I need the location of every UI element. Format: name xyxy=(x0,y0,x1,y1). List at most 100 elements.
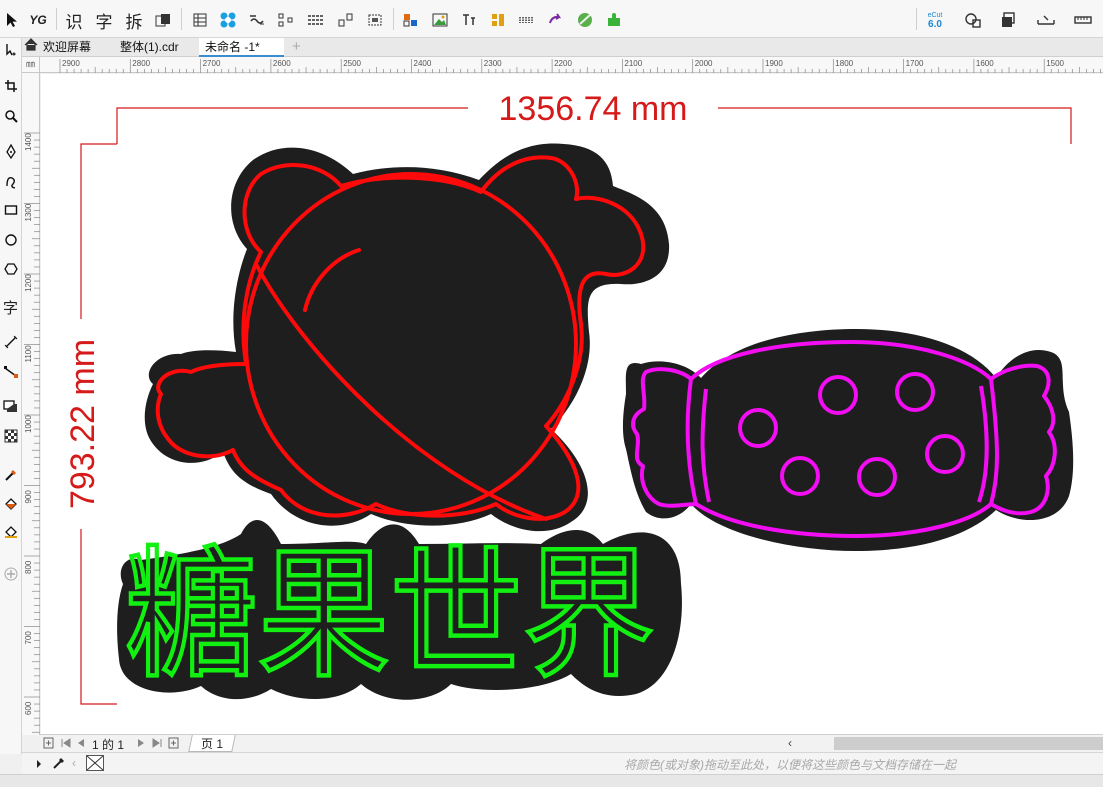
h-ruler-label: 2000 xyxy=(695,59,713,68)
v-ruler-label: 900 xyxy=(24,490,33,504)
tab-welcome[interactable]: 欢迎屏幕 xyxy=(22,38,97,57)
pattern-icon[interactable] xyxy=(216,8,240,32)
v-ruler-label: 1100 xyxy=(24,345,33,363)
tab-welcome-label: 欢迎屏幕 xyxy=(43,40,92,54)
vertical-ruler[interactable]: 1400 1300 1200 1100 1000 900 800 700 600 xyxy=(22,73,40,735)
scroll-left-icon[interactable]: ‹ xyxy=(788,736,792,750)
text-button[interactable]: 字 xyxy=(92,8,116,32)
h-ruler-label: 2600 xyxy=(273,59,291,68)
h-ruler-label: 2300 xyxy=(484,59,502,68)
crop-tool-icon[interactable] xyxy=(0,74,21,98)
v-ruler-label: 600 xyxy=(24,701,33,715)
split-button[interactable]: 拆 xyxy=(122,8,146,32)
toolbar-separator xyxy=(916,8,917,30)
smart-fill-tool-icon[interactable] xyxy=(0,520,21,544)
convert-icon[interactable] xyxy=(544,8,568,32)
new-tab-button[interactable]: + xyxy=(286,38,307,57)
text-tool[interactable]: 字 xyxy=(0,295,21,319)
palette-eyedropper-icon[interactable] xyxy=(52,756,66,775)
horizontal-ruler[interactable]: 2900 2800 2700 2600 2500 2400 2300 2200 2100 2000… xyxy=(40,57,1103,73)
lines-icon[interactable] xyxy=(304,8,328,32)
curve-tool-icon[interactable] xyxy=(0,170,21,194)
palette-hint: 将颜色(或对象)拖动至此处，以便将这些颜色与文档存储在一起 xyxy=(624,758,956,772)
tab-document-untitled[interactable]: 未命名 -1* xyxy=(199,38,284,57)
transparency-tool-icon[interactable] xyxy=(0,424,21,448)
last-page-icon[interactable] xyxy=(151,736,163,753)
globe-brush-icon[interactable] xyxy=(573,8,597,32)
toolbar-separator xyxy=(393,8,394,30)
image-icon[interactable] xyxy=(428,8,452,32)
v-ruler-label: 1200 xyxy=(24,274,33,292)
page-tab-label: 页 1 xyxy=(201,737,224,751)
color-blocks-icon[interactable] xyxy=(399,8,423,32)
dimension-tool-icon[interactable] xyxy=(0,330,21,354)
prev-page-icon[interactable] xyxy=(76,736,86,753)
h-ruler-label: 1600 xyxy=(976,59,994,68)
text-align-icon[interactable] xyxy=(457,8,481,32)
connector-tool-icon[interactable] xyxy=(0,360,21,384)
next-page-icon[interactable] xyxy=(136,736,146,753)
h-ruler-label: 2100 xyxy=(624,59,642,68)
palette-scroll-left-icon[interactable]: ‹ xyxy=(72,756,76,770)
h-ruler-label: 1800 xyxy=(835,59,853,68)
h-ruler-label: 1700 xyxy=(906,59,924,68)
palette-arrow-icon[interactable] xyxy=(35,757,43,775)
shadow-tool-icon[interactable] xyxy=(0,395,21,419)
polygon-tool-icon[interactable] xyxy=(0,257,21,281)
page-counter: 1 的 1 xyxy=(92,738,125,752)
layers-icon[interactable] xyxy=(151,8,175,32)
select-region-icon[interactable] xyxy=(363,8,387,32)
pick-tool-icon[interactable] xyxy=(0,8,24,32)
node-tool-icon[interactable] xyxy=(0,38,21,62)
toolbox: 字 xyxy=(0,38,22,754)
no-color-swatch[interactable] xyxy=(86,755,104,771)
h-ruler-label: 2500 xyxy=(343,59,361,68)
rectangle-tool-icon[interactable] xyxy=(0,198,21,222)
array-icon[interactable] xyxy=(515,8,539,32)
add-tool-icon[interactable] xyxy=(0,562,21,586)
puzzle-icon[interactable] xyxy=(602,8,626,32)
magenta-wrapped-candy[interactable] xyxy=(622,328,1074,552)
tab-document-1[interactable]: 整体(1).cdr xyxy=(114,38,185,57)
ruler-origin[interactable]: ㎜ xyxy=(22,57,40,73)
shapes-icon[interactable] xyxy=(961,8,985,32)
ecut-plugin-button[interactable]: eCut 6.0 xyxy=(922,8,948,32)
height-dimension[interactable]: 793.22 mm xyxy=(64,143,117,705)
measure-icon[interactable] xyxy=(1034,8,1058,32)
copy-icon[interactable] xyxy=(997,8,1021,32)
v-ruler-label: 1400 xyxy=(24,133,33,151)
first-page-icon[interactable] xyxy=(60,736,72,753)
status-strip xyxy=(0,774,1103,787)
neon-title-text[interactable]: 糖果世界 xyxy=(117,520,682,700)
vertical-ruler-scale: 1400 1300 1200 1100 1000 900 800 700 600 xyxy=(24,132,40,733)
zoom-tool-icon[interactable] xyxy=(0,104,21,128)
ellipse-tool-icon[interactable] xyxy=(0,228,21,252)
recognize-button[interactable]: 识 xyxy=(62,8,86,32)
eyedropper-tool-icon[interactable] xyxy=(0,463,21,487)
wave-path-icon[interactable] xyxy=(245,8,269,32)
red-planet-candy[interactable] xyxy=(144,143,670,532)
distribute-icon[interactable] xyxy=(334,8,358,32)
h-ruler-label: 2900 xyxy=(62,59,80,68)
v-ruler-label: 700 xyxy=(24,631,33,645)
width-dimension-label: 1356.74 mm xyxy=(499,90,688,128)
grid-layout-icon[interactable] xyxy=(486,8,510,32)
h-ruler-label: 1900 xyxy=(765,59,783,68)
fill-tool-icon[interactable] xyxy=(0,493,21,517)
page-tab[interactable]: 页 1 xyxy=(188,735,236,752)
scrollbar-thumb[interactable] xyxy=(834,737,1103,750)
add-page-before-icon[interactable] xyxy=(43,736,55,753)
table-icon[interactable] xyxy=(188,8,212,32)
horizontal-scrollbar[interactable]: ‹ xyxy=(785,734,1103,752)
h-ruler-label: 2700 xyxy=(203,59,221,68)
coreldraw-window: YG 识 字 拆 eCut 6.0 字 欢迎屏幕 整体(1).cdr 未命名 -… xyxy=(0,0,1103,787)
width-dimension[interactable]: 1356.74 mm xyxy=(116,90,1072,144)
toolbar-separator xyxy=(56,8,57,30)
add-page-after-icon[interactable] xyxy=(168,736,180,753)
drawing-canvas[interactable]: 1356.74 mm 793.22 mm 糖果世界 xyxy=(41,74,1103,734)
yg-plugin-button[interactable]: YG xyxy=(26,8,50,32)
ruler-tool-icon[interactable] xyxy=(1071,8,1095,32)
pen-tool-icon[interactable] xyxy=(0,140,21,164)
node-align-icon[interactable] xyxy=(274,8,298,32)
h-ruler-label: 2200 xyxy=(554,59,572,68)
